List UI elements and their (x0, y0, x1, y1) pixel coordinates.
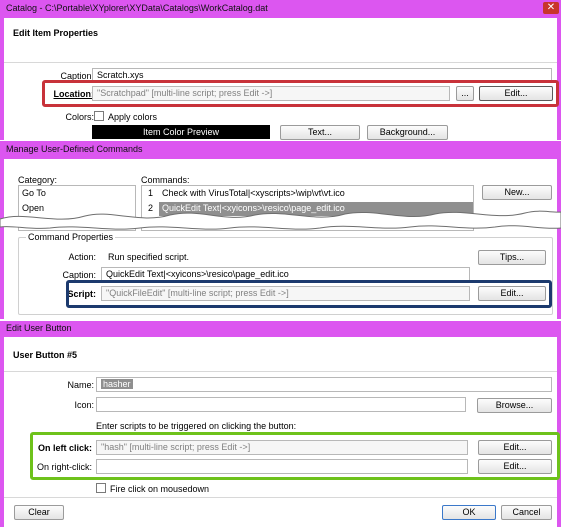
user-button-heading: User Button #5 (13, 350, 78, 360)
command-row[interactable]: 1 Check with VirusTotal|<xyscripts>\wip\… (142, 187, 473, 201)
icon-label: Icon: (74, 400, 94, 410)
click-scripts-highlight (30, 432, 560, 480)
command-properties-label: Command Properties (26, 232, 116, 242)
commands-pane: Category: Go To Open Commands: 1 Check w… (0, 159, 561, 319)
clear-button[interactable]: Clear (14, 505, 64, 520)
script-highlight (66, 280, 552, 308)
item-color-preview: Item Color Preview (92, 125, 270, 139)
divider (4, 62, 557, 63)
name-value: hasher (101, 379, 133, 389)
apply-colors-label: Apply colors (108, 112, 158, 122)
new-command-button[interactable]: New... (482, 185, 552, 200)
action-label: Action: (68, 252, 96, 262)
commands-window-title: Manage User-Defined Commands (6, 144, 143, 154)
catalog-window-title: Catalog - C:\Portable\XYplorer\XYData\Ca… (6, 3, 268, 13)
tips-button[interactable]: Tips... (478, 250, 546, 265)
browse-icon-button[interactable]: Browse... (477, 398, 552, 413)
user-button-pane: User Button #5 Name: hasher Icon: Browse… (0, 337, 561, 527)
category-item-go-to[interactable]: Go To (22, 188, 46, 198)
name-label: Name: (67, 380, 94, 390)
user-button-window-title: Edit User Button (6, 323, 72, 333)
ok-button[interactable]: OK (442, 505, 496, 520)
edit-item-heading: Edit Item Properties (13, 28, 99, 38)
close-icon[interactable]: ✕ (543, 2, 559, 14)
user-button-titlebar: Edit User Button (0, 321, 561, 337)
command-text: Check with VirusTotal|<xyscripts>\wip\vt… (162, 188, 345, 198)
catalog-titlebar: Catalog - C:\Portable\XYplorer\XYData\Ca… (0, 0, 561, 18)
cancel-button[interactable]: Cancel (501, 505, 552, 520)
commands-titlebar: Manage User-Defined Commands (0, 141, 561, 159)
commands-label: Commands: (141, 175, 190, 185)
location-highlight (42, 80, 559, 107)
background-color-button[interactable]: Background... (367, 125, 448, 140)
catalog-pane: Edit Item Properties Caption: Scratch.xy… (0, 18, 561, 140)
name-field[interactable]: hasher (96, 377, 552, 392)
scripts-instructions: Enter scripts to be triggered on clickin… (96, 421, 297, 431)
fire-mousedown-label: Fire click on mousedown (110, 484, 210, 494)
divider (4, 497, 557, 498)
text-color-button[interactable]: Text... (280, 125, 360, 140)
command-caption-label: Caption: (62, 270, 96, 280)
command-number: 1 (148, 188, 154, 198)
apply-colors-checkbox[interactable] (94, 111, 104, 121)
category-label: Category: (18, 175, 58, 185)
action-value: Run specified script. (108, 252, 190, 262)
fire-mousedown-checkbox[interactable] (96, 483, 106, 493)
item-color-preview-text: Item Color Preview (142, 127, 220, 137)
icon-field[interactable] (96, 397, 466, 412)
divider (4, 371, 557, 372)
torn-edge (0, 210, 561, 230)
colors-label: Colors: (65, 112, 94, 122)
